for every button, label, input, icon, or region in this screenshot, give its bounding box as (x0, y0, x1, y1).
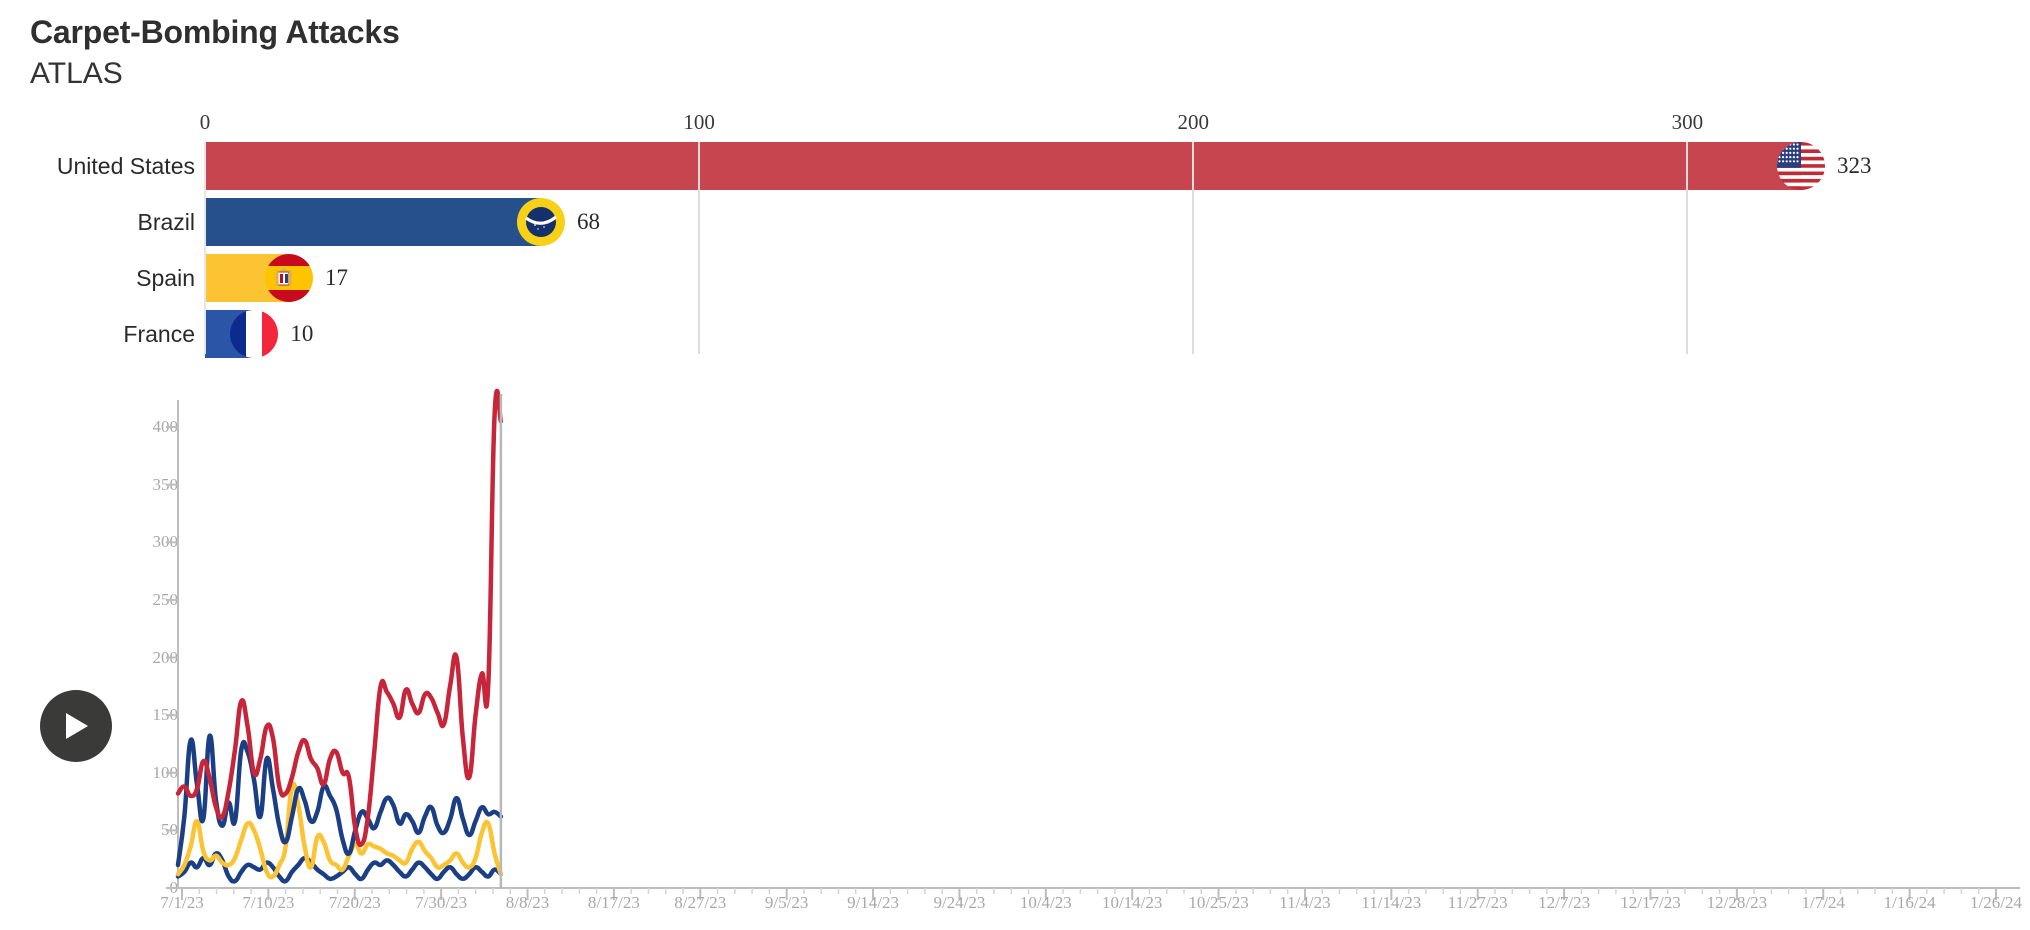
x-tick-label-13: 11/4/23 (1279, 893, 1331, 912)
line-chart-plot (166, 388, 2020, 900)
fr-flag-icon (230, 310, 279, 358)
bar-axis-tick-0: 0 (199, 110, 211, 134)
bar-row-label-wrap: Spain (0, 254, 205, 302)
x-tick-label-16: 12/7/23 (1538, 893, 1591, 912)
bar-row-label: France (123, 321, 195, 347)
bar-axis-tick-300: 300 (1671, 110, 1704, 134)
bar-axis-tick-100: 100 (683, 110, 715, 134)
x-tick-label-14: 11/14/23 (1361, 893, 1422, 912)
bar-row-label-wrap: Brazil (0, 198, 205, 246)
bar-rect[interactable] (205, 198, 541, 246)
bar-row[interactable]: France 10 (0, 310, 2030, 358)
x-tick-label-0: 7/1/23 (160, 893, 204, 912)
x-tick-label-5: 8/17/23 (587, 893, 640, 912)
bar-row-label: Spain (136, 265, 195, 291)
timeline-line-chart: 050100150200250300350400 7/1/237/10/237/… (0, 388, 2030, 930)
line-series-united-states (175, 388, 504, 848)
gridline-100 (698, 142, 701, 354)
bar-row-label-wrap: France (0, 310, 205, 358)
x-tick-label-7: 9/5/23 (764, 893, 809, 912)
br-flag-icon (517, 198, 565, 246)
x-tick-label-10: 10/4/23 (1019, 893, 1072, 912)
bar-list: United States 323 Brazil 68 Spain 17 France 10 (0, 142, 2030, 362)
x-tick-label-6: 8/27/23 (674, 893, 727, 912)
bar-row[interactable]: United States 323 (0, 142, 2030, 190)
x-tick-label-1: 7/10/23 (242, 893, 295, 912)
gridline-200 (1192, 142, 1195, 354)
x-tick-label-8: 9/14/23 (847, 893, 900, 912)
bar-row[interactable]: Brazil 68 (0, 198, 2030, 246)
x-tick-label-11: 10/14/23 (1101, 893, 1163, 912)
x-tick-label-15: 11/27/23 (1447, 893, 1508, 912)
bar-value-label: 323 (1837, 153, 1872, 178)
bar-chart-axis: 0 100 200 300 (0, 110, 2030, 142)
page-title: Carpet-Bombing Attacks (30, 14, 400, 50)
us-flag-icon (1777, 142, 1825, 190)
line-chart-x-axis: 7/1/23 7/10/23 7/20/23 7/30/23 8/8/23 8/17/23… (0, 893, 2030, 921)
bar-value-label: 17 (325, 265, 348, 290)
x-tick-label-12: 10/25/23 (1188, 893, 1249, 912)
x-tick-label-17: 12/17/23 (1620, 893, 1681, 912)
x-tick-label-20: 1/16/24 (1883, 893, 1936, 912)
x-tick-label-3: 7/30/23 (415, 893, 468, 912)
page-subtitle: ATLAS (30, 57, 123, 90)
bar-axis-tick-200: 200 (1177, 110, 1209, 134)
x-tick-label-21: 1/26/24 (1970, 893, 2022, 912)
bar-race-chart: 0 100 200 300 United States 323 Brazil 68 Spain… (0, 110, 2030, 370)
gridline-zero (204, 142, 206, 354)
header: Carpet-Bombing Attacks ATLAS (30, 12, 400, 96)
bar-value-label: 10 (290, 321, 314, 346)
x-tick-label-19: 1/7/24 (1801, 893, 1845, 912)
x-tick-label-18: 12/28/23 (1706, 893, 1768, 912)
bar-row[interactable]: Spain 17 (0, 254, 2030, 302)
bar-row-label: United States (56, 153, 195, 179)
x-tick-label-2: 7/20/23 (328, 893, 381, 912)
bar-row-label-wrap: United States (0, 142, 205, 190)
es-flag-icon (265, 254, 313, 302)
bar-value-label: 68 (577, 209, 600, 234)
x-tick-label-4: 8/8/23 (505, 893, 550, 912)
gridline-300 (1686, 142, 1689, 354)
bar-rect[interactable] (205, 142, 1801, 190)
bar-row-label: Brazil (137, 209, 195, 235)
x-tick-label-9: 9/24/23 (933, 893, 986, 912)
